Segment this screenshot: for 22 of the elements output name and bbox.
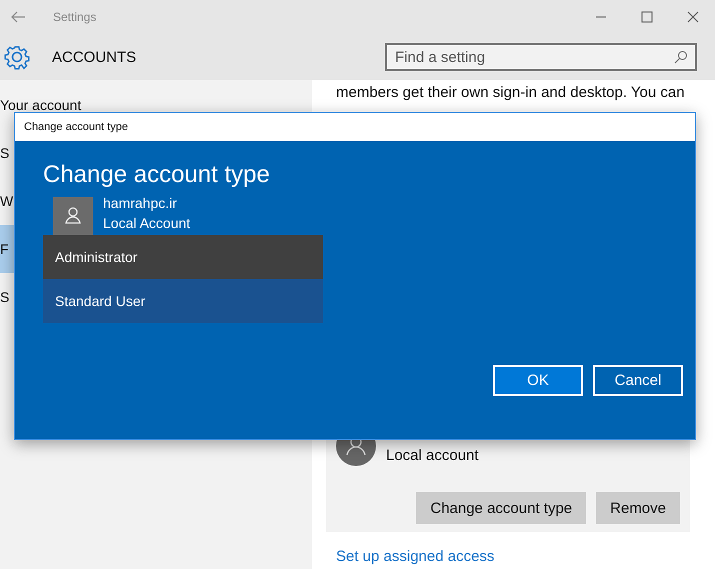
account-action-button[interactable]: Change account type — [416, 492, 586, 524]
cancel-button[interactable]: Cancel — [593, 365, 683, 396]
description-text: members get their own sign-in and desktop. You can — [336, 83, 686, 103]
settings-gear-icon — [4, 44, 30, 70]
account-type-option[interactable]: Administrator — [43, 235, 323, 279]
account-action-button[interactable]: Remove — [596, 492, 680, 524]
maximize-icon[interactable] — [641, 11, 653, 23]
dialog-title: Change account type — [15, 113, 695, 141]
page-title: ACCOUNTS — [52, 48, 136, 66]
back-arrow-icon[interactable] — [10, 11, 26, 23]
user-avatar-icon — [53, 197, 93, 235]
search-icon — [674, 50, 688, 64]
dialog-heading: Change account type — [43, 161, 271, 189]
account-type-option[interactable]: Standard User — [43, 279, 323, 323]
user-name: hamrahpc.ir — [103, 194, 178, 213]
account-type: Local account — [386, 447, 479, 466]
search-field[interactable]: Find a setting — [385, 43, 697, 71]
window-title: Settings — [53, 10, 96, 24]
close-icon[interactable] — [687, 11, 699, 23]
ok-button[interactable]: OK — [493, 365, 583, 396]
user-account-type: Local Account — [103, 214, 190, 233]
assigned-access-link[interactable]: Set up assigned access — [336, 548, 494, 565]
